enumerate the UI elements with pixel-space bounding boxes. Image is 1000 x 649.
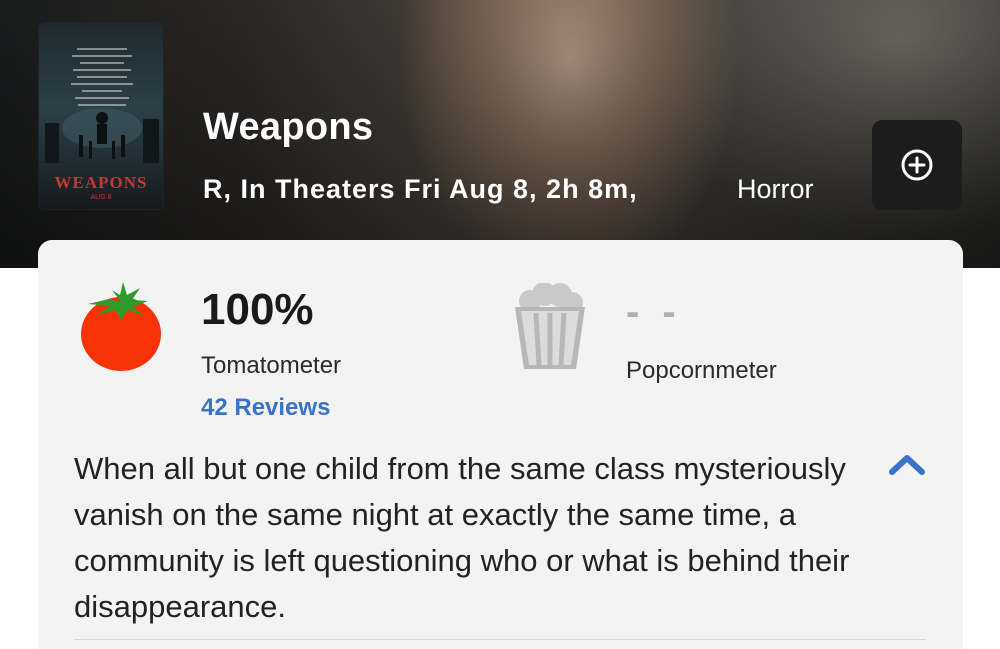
- add-to-watchlist-button[interactable]: [872, 120, 962, 210]
- movie-title: Weapons: [203, 106, 374, 148]
- movie-genre[interactable]: Horror: [737, 174, 814, 205]
- popcornmeter-label: Popcornmeter: [626, 357, 777, 384]
- fresh-tomato-icon: [81, 282, 161, 371]
- reviews-link[interactable]: 42 Reviews: [201, 394, 330, 422]
- popcornmeter-score: - -: [626, 290, 682, 334]
- movie-meta: R, In Theaters Fri Aug 8, 2h 8m,: [203, 174, 638, 204]
- chevron-up-icon[interactable]: [888, 452, 926, 476]
- poster-title: WEAPONS: [54, 173, 148, 192]
- tomatometer-label: Tomatometer: [201, 352, 342, 379]
- tomatometer-score: 100%: [201, 285, 314, 334]
- empty-popcorn-bucket-icon: [515, 283, 585, 369]
- movie-synopsis: When all but one child from the same cla…: [74, 451, 850, 624]
- poster-date: AUG 8: [90, 194, 112, 201]
- plus-circle-icon: [901, 149, 933, 181]
- movie-poster[interactable]: WEAPONS AUG 8: [38, 22, 164, 210]
- divider: [74, 639, 926, 640]
